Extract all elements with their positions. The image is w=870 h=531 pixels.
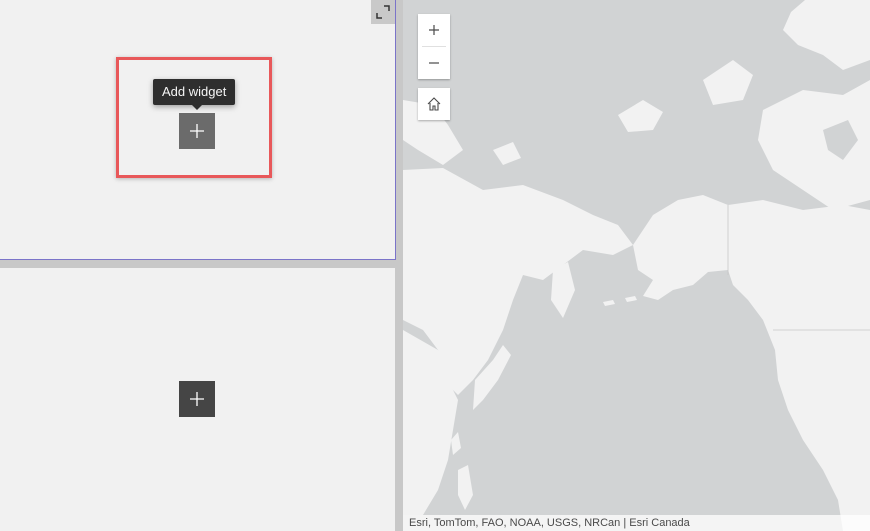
minus-icon xyxy=(429,62,439,64)
map-attribution[interactable]: Esri, TomTom, FAO, NOAA, USGS, NRCan | E… xyxy=(403,515,870,531)
home-icon xyxy=(427,97,441,111)
zoom-in-button[interactable] xyxy=(418,14,450,46)
plus-icon xyxy=(190,392,204,406)
basemap-land xyxy=(403,0,870,531)
app-root: Add widget Esri, TomTom, FAO, NOAA, USGS… xyxy=(0,0,870,531)
add-widget-button-bottom[interactable] xyxy=(179,381,215,417)
expand-icon[interactable] xyxy=(371,0,395,24)
highlight-annotation-box xyxy=(116,57,272,178)
plus-icon xyxy=(429,25,439,35)
zoom-out-button[interactable] xyxy=(418,47,450,79)
map-view[interactable]: Esri, TomTom, FAO, NOAA, USGS, NRCan | E… xyxy=(403,0,870,531)
zoom-control xyxy=(418,14,450,79)
home-button[interactable] xyxy=(418,88,450,120)
